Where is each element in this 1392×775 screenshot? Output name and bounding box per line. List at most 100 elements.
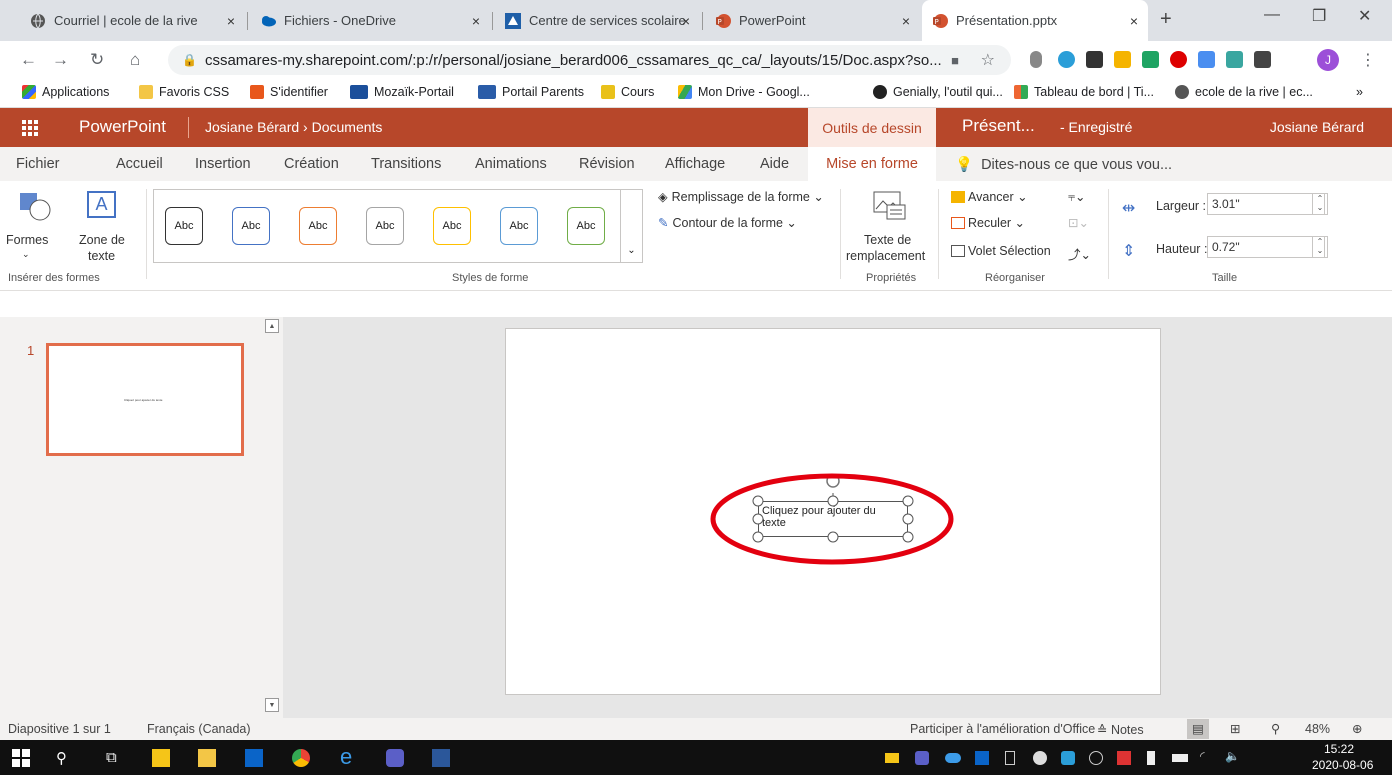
bookmark-mozaik[interactable]: Mozaïk-Portail	[350, 85, 454, 99]
tab-mise-en-forme[interactable]: Mise en forme	[808, 147, 936, 181]
sticky-notes-icon[interactable]	[152, 749, 170, 767]
tab-creation[interactable]: Création	[284, 156, 339, 172]
bookmark-favoris-css[interactable]: Favoris CSS	[139, 85, 229, 99]
style-preset[interactable]: Abc	[366, 207, 404, 245]
width-input[interactable]: 3.01"	[1207, 193, 1325, 215]
style-preset[interactable]: Abc	[165, 207, 203, 245]
style-preset[interactable]: Abc	[500, 207, 538, 245]
mail-tray-icon[interactable]	[885, 753, 899, 763]
style-preset[interactable]: Abc	[433, 207, 471, 245]
selection-pane-button[interactable]: Volet Sélection	[951, 244, 1051, 258]
chrome-icon[interactable]	[292, 749, 310, 767]
tab-aide[interactable]: Aide	[760, 156, 789, 172]
minimize-icon[interactable]: —	[1264, 6, 1280, 24]
bring-forward-button[interactable]: Avancer ⌄	[951, 189, 1028, 204]
breadcrumb[interactable]: Josiane Bérard › Documents	[205, 119, 382, 135]
fit-slide-icon[interactable]: ⊕	[1352, 721, 1362, 736]
slide-sorter-icon[interactable]: ⊞	[1230, 721, 1240, 736]
gallery-expand-icon[interactable]: ⌄	[620, 190, 642, 262]
adblock-icon[interactable]	[1170, 51, 1187, 68]
shape-fill-button[interactable]: ◈ Remplissage de la forme ⌄	[658, 189, 824, 204]
close-tab-icon[interactable]: ×	[472, 13, 480, 29]
shape-outline-button[interactable]: ✎ Contour de la forme ⌄	[658, 215, 797, 230]
alt-text-icon[interactable]	[873, 191, 907, 224]
cast-extension-icon[interactable]	[1226, 51, 1243, 68]
browser-tab-courriel[interactable]: Courriel | ecole de la rive ×	[20, 0, 245, 41]
home-icon[interactable]: ⌂	[130, 50, 140, 70]
close-tab-icon[interactable]: ×	[902, 13, 910, 29]
normal-view-icon[interactable]: ▤	[1187, 719, 1209, 739]
forward-icon[interactable]: →	[52, 50, 69, 70]
menu-kebab-icon[interactable]: ⋮	[1360, 50, 1376, 70]
thumb-extension-icon[interactable]	[1114, 51, 1131, 68]
bookmark-cours[interactable]: Cours	[601, 85, 654, 99]
tab-transitions[interactable]: Transitions	[371, 156, 441, 172]
new-tab-button[interactable]: +	[1160, 8, 1172, 31]
align-icon[interactable]: ⫧⌄	[1068, 189, 1086, 205]
notes-button[interactable]: ≙ Notes	[1097, 722, 1144, 737]
chevron-down-icon[interactable]: ⌄	[22, 249, 30, 260]
bookmark-ecole-rive[interactable]: ecole de la rive | ec...	[1175, 85, 1313, 99]
windows-start-icon[interactable]	[12, 749, 30, 767]
bookmark-mon-drive[interactable]: Mon Drive - Googl...	[678, 85, 810, 99]
zoom-level[interactable]: 48%	[1305, 722, 1330, 736]
scroll-up-icon[interactable]: ▲	[265, 319, 279, 333]
user-name[interactable]: Josiane Bérard	[1270, 119, 1364, 135]
height-stepper[interactable]: ⌃ ⌄	[1312, 236, 1328, 258]
rotate-icon[interactable]: ⤴⌄	[1068, 244, 1091, 263]
app-launcher-icon[interactable]	[22, 120, 38, 136]
translate-extension-icon[interactable]	[1198, 51, 1215, 68]
camera-icon[interactable]: ■	[951, 53, 959, 68]
tab-fichier[interactable]: Fichier	[16, 156, 60, 172]
search-icon[interactable]: ⚲	[56, 749, 74, 767]
reading-view-icon[interactable]: ⚲	[1271, 721, 1280, 736]
tab-revision[interactable]: Révision	[579, 156, 635, 172]
text-box-icon[interactable]: A	[87, 191, 116, 218]
tab-insertion[interactable]: Insertion	[195, 156, 251, 172]
style-preset[interactable]: Abc	[567, 207, 605, 245]
scroll-down-icon[interactable]: ▼	[265, 698, 279, 712]
browser-tab-onedrive[interactable]: Fichiers - OneDrive ×	[250, 0, 490, 41]
document-name[interactable]: Présent...	[962, 116, 1035, 136]
width-stepper[interactable]: ⌃ ⌄	[1312, 193, 1328, 215]
drive-extension-icon[interactable]	[1142, 51, 1159, 68]
browser-tab-centre-services[interactable]: Centre de services scolaire ×	[495, 0, 700, 41]
tray-app-icon[interactable]	[1089, 751, 1103, 765]
tray-app-icon[interactable]	[1061, 751, 1075, 765]
close-tab-icon[interactable]: ×	[682, 13, 690, 29]
file-explorer-icon[interactable]	[198, 749, 216, 767]
bookmark-genially[interactable]: Genially, l'outil qui...	[873, 85, 1003, 99]
battery-icon[interactable]	[1172, 754, 1188, 762]
tray-app-icon[interactable]	[1117, 751, 1131, 765]
close-window-icon[interactable]: ✕	[1358, 6, 1371, 26]
close-tab-icon[interactable]: ×	[227, 13, 235, 29]
clock-time[interactable]: 15:22	[1324, 742, 1354, 756]
restore-icon[interactable]: ❐	[1312, 6, 1326, 26]
edge-icon[interactable]: e	[340, 744, 358, 769]
feedback-link[interactable]: Participer à l'amélioration d'Office	[910, 722, 1095, 736]
tab-animations[interactable]: Animations	[475, 156, 547, 172]
bookmark-portail-parents[interactable]: Portail Parents	[478, 85, 584, 99]
tab-affichage[interactable]: Affichage	[665, 156, 725, 172]
back-icon[interactable]: ←	[20, 50, 37, 70]
task-view-icon[interactable]: ⧉	[106, 749, 124, 767]
bookmark-applications[interactable]: Applications	[22, 85, 109, 99]
height-input[interactable]: 0.72"	[1207, 236, 1325, 258]
slide-canvas[interactable]: Cliquez pour ajouter du texte	[505, 328, 1161, 695]
style-preset[interactable]: Abc	[232, 207, 270, 245]
tray-app-icon[interactable]	[1033, 751, 1047, 765]
extension-icon[interactable]	[1030, 51, 1042, 68]
outlook-icon[interactable]	[245, 749, 263, 767]
wifi-icon[interactable]: ◜	[1200, 749, 1218, 767]
tell-me-search[interactable]: 💡 Dites-nous ce que vous vou...	[955, 156, 1172, 174]
browser-tab-presentation[interactable]: P Présentation.pptx ×	[922, 0, 1148, 41]
volume-icon[interactable]: 🔈	[1225, 749, 1243, 767]
star-icon[interactable]: ☆	[981, 50, 995, 70]
style-preset[interactable]: Abc	[299, 207, 337, 245]
shapes-button[interactable]	[18, 191, 52, 224]
app-name[interactable]: PowerPoint	[79, 117, 166, 137]
extension-icon[interactable]	[1058, 51, 1075, 68]
address-bar[interactable]: 🔒 cssamares-my.sharepoint.com/:p:/r/pers…	[168, 45, 1011, 75]
usb-tray-icon[interactable]	[1147, 751, 1155, 765]
teams-tray-icon[interactable]	[915, 751, 929, 765]
